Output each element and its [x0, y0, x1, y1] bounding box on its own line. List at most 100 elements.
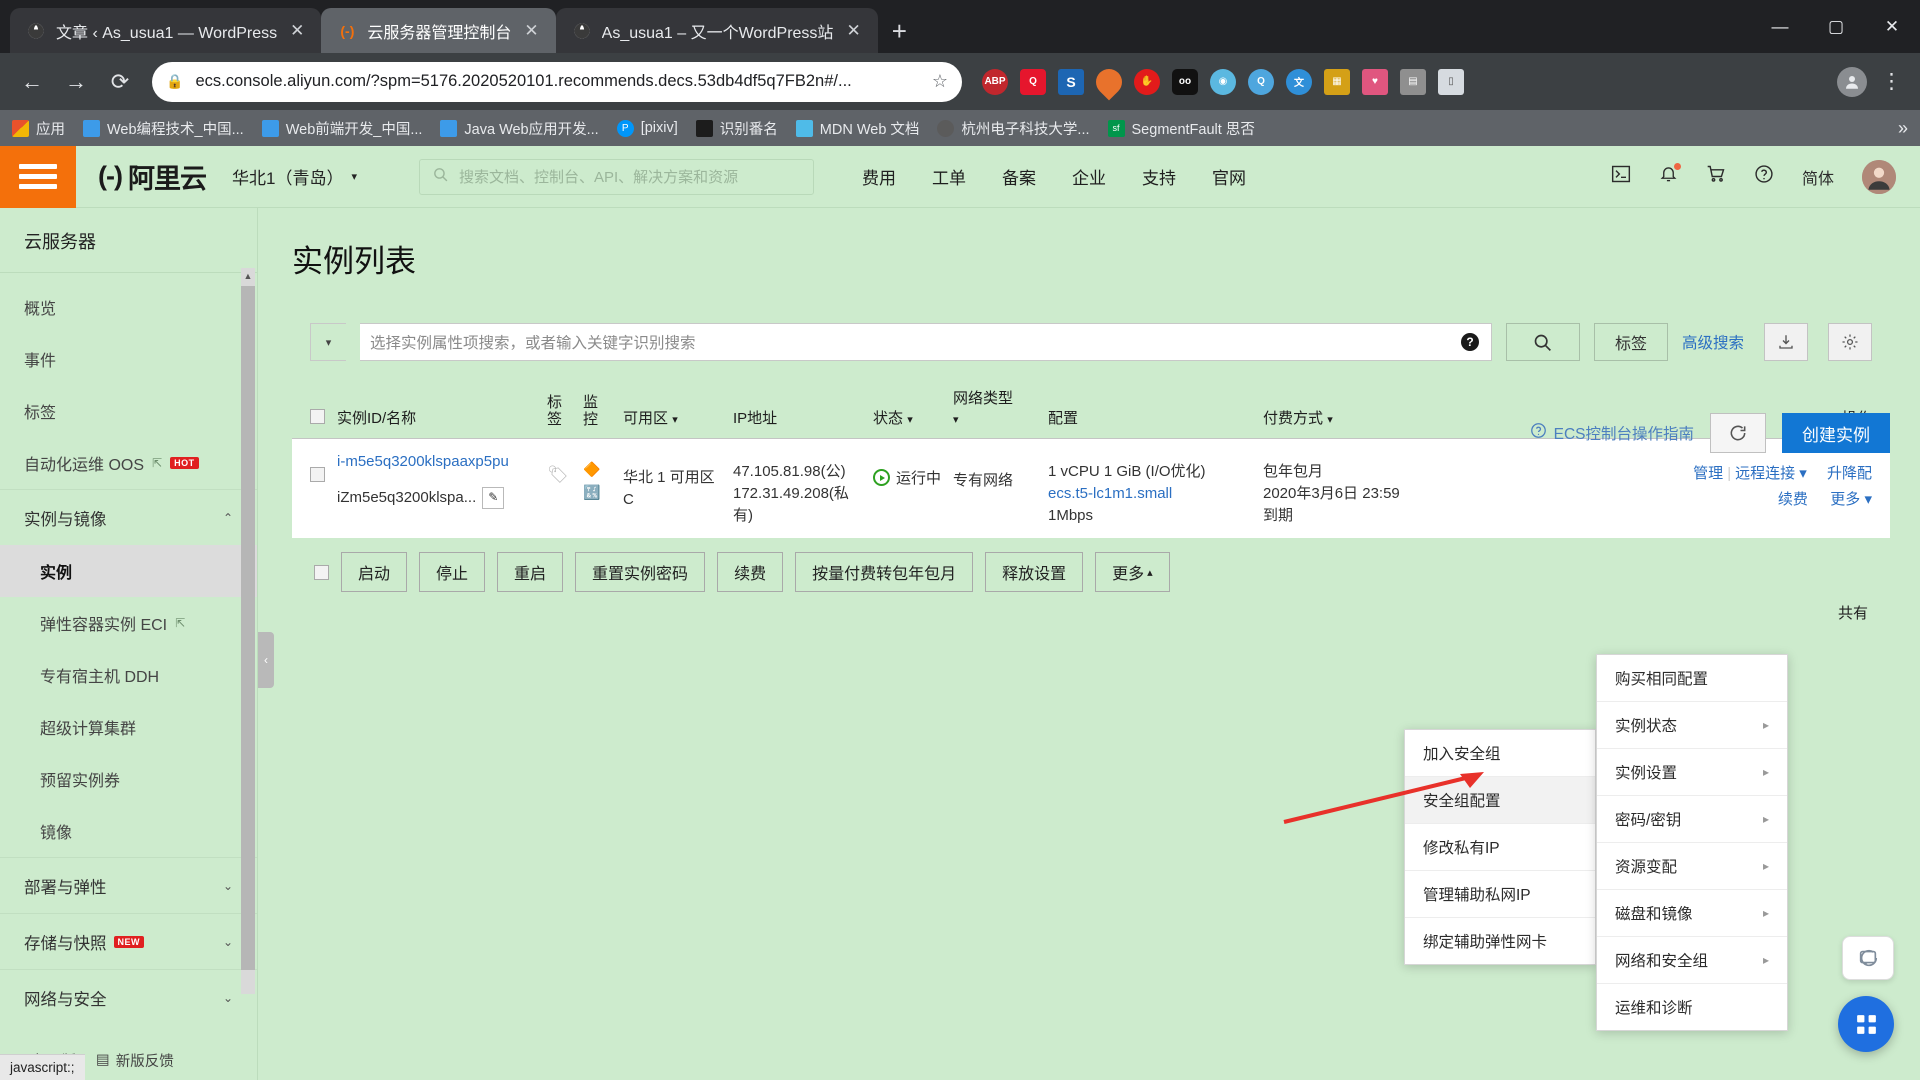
- browser-menu-icon[interactable]: ⋮: [1881, 69, 1902, 94]
- bookmark-item[interactable]: Web编程技术_中国...: [83, 118, 244, 139]
- chat-bubble-icon[interactable]: [1842, 936, 1894, 980]
- new-tab-button[interactable]: +: [878, 16, 921, 53]
- chart-line-icon[interactable]: 🔣: [583, 484, 611, 501]
- reset-password-button[interactable]: 重置实例密码: [575, 552, 705, 592]
- stop-button[interactable]: 停止: [419, 552, 485, 592]
- bookmark-item[interactable]: 杭州电子科技大学...: [937, 118, 1089, 139]
- assistant-fab-button[interactable]: [1838, 996, 1894, 1052]
- menu-item-instance-status[interactable]: 实例状态▸: [1597, 702, 1787, 749]
- menu-item-modify-private-ip[interactable]: 修改私有IP: [1405, 824, 1595, 871]
- document-icon[interactable]: ▤: [1400, 69, 1426, 95]
- new-version-feedback-link[interactable]: 新版反馈: [116, 1050, 174, 1071]
- browser-tab-2[interactable]: (-) 云服务器管理控制台 ✕: [321, 8, 555, 53]
- menu-item-network-security-group[interactable]: 网络和安全组▸: [1597, 937, 1787, 984]
- sidebar-item-eci[interactable]: 弹性容器实例 ECI ⇱: [0, 597, 257, 649]
- minimize-button[interactable]: —: [1752, 0, 1808, 53]
- bookmark-star-icon[interactable]: ☆: [932, 71, 948, 92]
- sidebar-group-instances-images[interactable]: 实例与镜像 ⌃: [0, 489, 257, 545]
- scroll-up-arrow-icon[interactable]: ▲: [241, 268, 255, 284]
- create-instance-button[interactable]: 创建实例: [1782, 413, 1890, 453]
- convert-to-subscription-button[interactable]: 按量付费转包年包月: [795, 552, 973, 592]
- sidebar-scrollbar[interactable]: ▲: [241, 268, 255, 994]
- global-search-input[interactable]: 搜索文档、控制台、API、解决方案和资源: [419, 159, 814, 195]
- row-checkbox[interactable]: [310, 467, 325, 482]
- search-input[interactable]: 选择实例属性项搜索，或者输入关键字识别搜索 ?: [360, 323, 1492, 361]
- edit-pencil-icon[interactable]: ✎: [482, 487, 504, 509]
- browser-tab-1[interactable]: 文章 ‹ As_usua1 — WordPress ✕: [10, 8, 321, 53]
- sidebar-item-scc[interactable]: 超级计算集群: [0, 701, 257, 753]
- forward-button[interactable]: →: [56, 62, 96, 102]
- maximize-button[interactable]: ▢: [1808, 0, 1864, 53]
- tag-filter-button[interactable]: 标签: [1594, 323, 1668, 361]
- advanced-search-link[interactable]: 高级搜索: [1682, 331, 1744, 353]
- menu-item-ops-diagnose[interactable]: 运维和诊断: [1597, 984, 1787, 1030]
- menu-item-security-group-config[interactable]: 安全组配置: [1405, 777, 1595, 824]
- search-circle-icon[interactable]: Q: [1248, 69, 1274, 95]
- bookmark-item[interactable]: P [pixiv]: [617, 120, 678, 137]
- sort-caret-icon[interactable]: ▾: [907, 414, 913, 426]
- browser-tab-3[interactable]: As_usua1 – 又一个WordPress站 ✕: [556, 8, 878, 53]
- start-button[interactable]: 启动: [341, 552, 407, 592]
- sidebar-item-oos[interactable]: 自动化运维 OOS ⇱ HOT: [0, 437, 257, 489]
- column-network-type[interactable]: 网络类型▾: [947, 379, 1042, 439]
- binoculars-icon[interactable]: oo: [1172, 69, 1198, 95]
- profile-avatar[interactable]: [1837, 67, 1867, 97]
- header-link-fee[interactable]: 费用: [862, 164, 896, 189]
- batch-select-checkbox[interactable]: [314, 565, 329, 580]
- export-icon[interactable]: [1764, 323, 1808, 361]
- sidebar-item-image[interactable]: 镜像: [0, 805, 257, 857]
- instance-id-link[interactable]: i-m5e5q3200klspaaxp5pu: [337, 451, 535, 473]
- sidebar-item-overview[interactable]: 概览: [0, 281, 257, 333]
- refresh-button[interactable]: [1710, 413, 1766, 453]
- stop-hand-icon[interactable]: ✋: [1134, 69, 1160, 95]
- menu-item-join-security-group[interactable]: 加入安全组: [1405, 730, 1595, 777]
- column-payment[interactable]: 付费方式 ▾: [1257, 379, 1407, 439]
- pink-icon[interactable]: ♥: [1362, 69, 1388, 95]
- bell-icon[interactable]: [1659, 164, 1678, 189]
- op-manage-link[interactable]: 管理: [1693, 465, 1723, 482]
- bookmark-item[interactable]: 应用: [12, 118, 65, 139]
- close-icon[interactable]: ✕: [843, 21, 863, 41]
- close-window-button[interactable]: ✕: [1864, 0, 1920, 53]
- menu-item-bind-secondary-eni[interactable]: 绑定辅助弹性网卡: [1405, 918, 1595, 964]
- header-link-ticket[interactable]: 工单: [932, 164, 966, 189]
- aliyun-logo[interactable]: (-) 阿里云: [98, 157, 206, 196]
- header-link-icp[interactable]: 备案: [1002, 164, 1036, 189]
- close-icon[interactable]: ✕: [521, 21, 541, 41]
- sort-caret-icon[interactable]: ▾: [1327, 414, 1333, 426]
- restart-button[interactable]: 重启: [497, 552, 563, 592]
- sidebar-item-events[interactable]: 事件: [0, 333, 257, 385]
- bookmarks-overflow-icon[interactable]: »: [1898, 118, 1908, 139]
- region-selector[interactable]: 华北1（青岛） ▾: [232, 164, 357, 189]
- bookmark-item[interactable]: MDN Web 文档: [796, 118, 920, 139]
- help-icon[interactable]: [1754, 164, 1774, 190]
- sidebar-item-reserved-instance[interactable]: 预留实例券: [0, 753, 257, 805]
- column-zone[interactable]: 可用区 ▾: [617, 379, 727, 439]
- menu-item-password-key[interactable]: 密码/密钥▸: [1597, 796, 1787, 843]
- ecs-guide-link[interactable]: ECS控制台操作指南: [1530, 422, 1694, 444]
- language-switch[interactable]: 简体: [1802, 165, 1834, 189]
- column-status[interactable]: 状态 ▾: [867, 379, 947, 439]
- terminal-icon[interactable]: [1611, 164, 1631, 190]
- sidebar-item-tags[interactable]: 标签: [0, 385, 257, 437]
- menu-item-resource-change[interactable]: 资源变配▸: [1597, 843, 1787, 890]
- sidebar-group-network-security[interactable]: 网络与安全 ⌄: [0, 969, 257, 1025]
- menu-item-buy-same-config[interactable]: 购买相同配置: [1597, 655, 1787, 702]
- sidebar-group-storage-snapshot[interactable]: 存储与快照 NEW ⌄: [0, 913, 257, 969]
- op-renew-link[interactable]: 续费: [1778, 491, 1808, 508]
- sort-caret-icon[interactable]: ▾: [672, 414, 678, 426]
- adblock-plus-icon[interactable]: ABP: [982, 69, 1008, 95]
- more-button[interactable]: 更多▴: [1095, 552, 1170, 592]
- bookmark-item[interactable]: Java Web应用开发...: [440, 118, 598, 139]
- menu-item-manage-secondary-private-ip[interactable]: 管理辅助私网IP: [1405, 871, 1595, 918]
- grid-icon[interactable]: ▦: [1324, 69, 1350, 95]
- tags-icon[interactable]: 🔶: [583, 461, 611, 478]
- sort-caret-icon[interactable]: ▾: [953, 414, 959, 426]
- renew-button[interactable]: 续费: [717, 552, 783, 592]
- cart-icon[interactable]: [1706, 164, 1726, 190]
- menu-item-disk-image[interactable]: 磁盘和镜像▸: [1597, 890, 1787, 937]
- pin-icon[interactable]: [1091, 63, 1128, 100]
- bookmark-item[interactable]: sf SegmentFault 思否: [1108, 118, 1255, 139]
- sidebar-group-deploy-elastic[interactable]: 部署与弹性 ⌄: [0, 857, 257, 913]
- chevron-down-icon[interactable]: ▾: [1864, 491, 1872, 508]
